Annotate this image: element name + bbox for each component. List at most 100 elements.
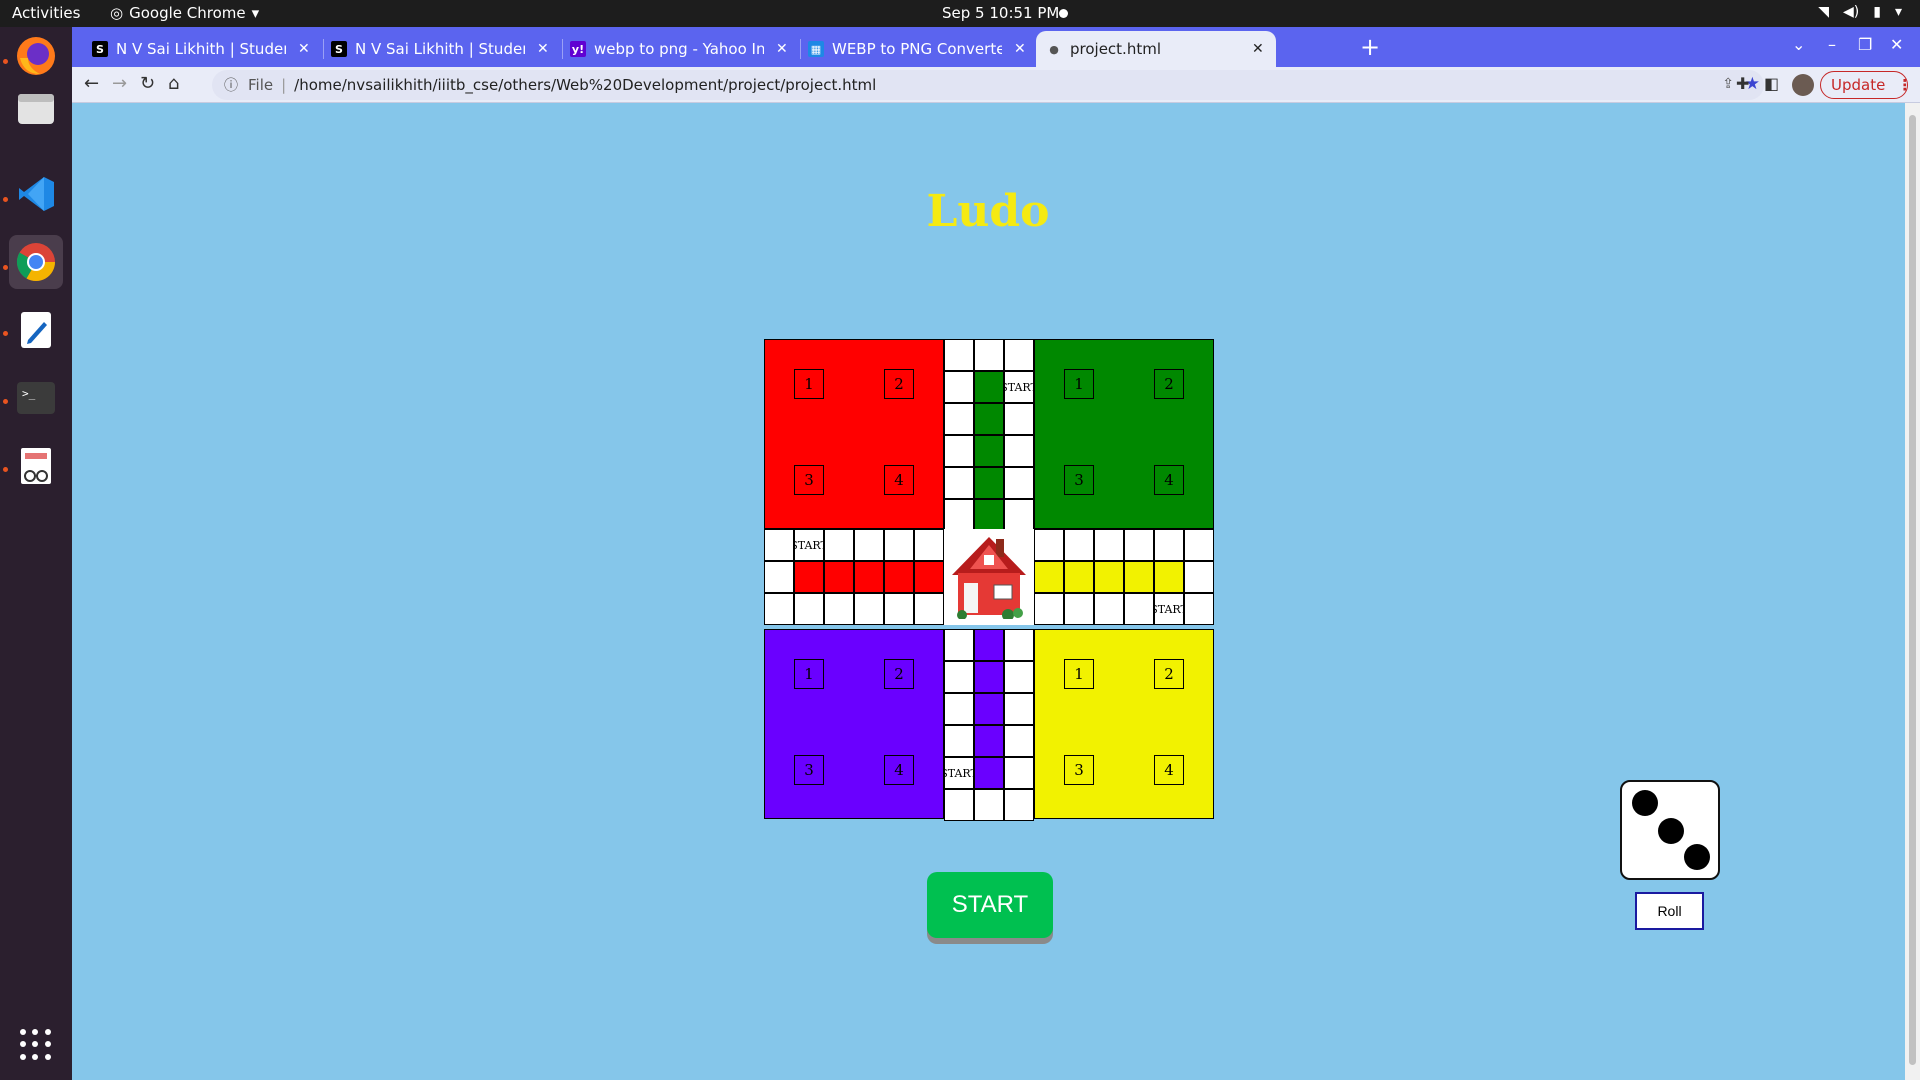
running-indicator	[3, 467, 8, 472]
track-cell	[1094, 529, 1124, 561]
files-icon[interactable]	[9, 81, 63, 135]
url-scheme: File	[248, 76, 274, 94]
track-cell	[1004, 339, 1034, 371]
track-cell	[1004, 629, 1034, 661]
minimize-icon[interactable]: –	[1828, 35, 1836, 54]
close-icon[interactable]: ✕	[298, 41, 310, 57]
dice-face	[1620, 780, 1720, 880]
track-cell	[944, 403, 974, 435]
forward-icon[interactable]: →	[112, 73, 127, 94]
blue-home-lane-cell	[974, 629, 1004, 661]
tab-4[interactable]: ▦ WEBP to PNG Converter - ✕	[798, 31, 1036, 67]
green-base-slot: 3	[1064, 465, 1094, 495]
track-cell	[1124, 593, 1154, 625]
wifi-icon: ◥	[1818, 4, 1830, 20]
yellow-home-lane-cell	[1124, 561, 1154, 593]
close-window-icon[interactable]: ✕	[1890, 35, 1903, 54]
yellow-base-slot: 3	[1064, 755, 1094, 785]
profile-avatar[interactable]	[1792, 74, 1814, 96]
chrome-icon[interactable]	[9, 235, 63, 289]
page-scrollbar[interactable]	[1905, 103, 1920, 1080]
tab-1[interactable]: S N V Sai Likhith | Student a ✕	[82, 31, 320, 67]
system-tray[interactable]: ◥ ◀) ▮ ▾	[1818, 4, 1902, 20]
blue-base-slot: 3	[794, 755, 824, 785]
update-label: Update	[1831, 76, 1886, 94]
home-icon[interactable]: ⌂	[168, 73, 179, 94]
close-icon[interactable]: ✕	[776, 41, 788, 57]
clock[interactable]: Sep 5 10:51 PM	[942, 4, 1059, 22]
restore-icon[interactable]: ❐	[1858, 35, 1872, 54]
dock: >_	[0, 27, 72, 1080]
firefox-icon[interactable]	[9, 29, 63, 83]
track-cell	[1004, 435, 1034, 467]
side-panel-icon[interactable]: ◧	[1764, 74, 1779, 93]
tab-5-active[interactable]: ● project.html ✕	[1036, 31, 1276, 67]
red-home-lane-cell	[884, 561, 914, 593]
app-menu[interactable]: ◎ Google Chrome ▾	[110, 4, 259, 22]
close-icon[interactable]: ✕	[1252, 41, 1264, 57]
extensions-icon[interactable]: ✚	[1736, 74, 1749, 93]
document-viewer-icon[interactable]	[9, 439, 63, 493]
running-indicator	[3, 399, 8, 404]
tab-search-icon[interactable]: ⌄	[1792, 35, 1805, 54]
tab-2[interactable]: S N V Sai Likhith | Student a ✕	[321, 31, 559, 67]
red-home-lane-cell	[794, 561, 824, 593]
activities-button[interactable]: Activities	[12, 4, 80, 22]
tab-title: N V Sai Likhith | Student a	[355, 40, 525, 58]
track-cell	[944, 725, 974, 757]
game-title: Ludo	[926, 186, 1050, 237]
info-icon[interactable]: ⓘ	[224, 75, 238, 95]
update-button[interactable]: Update ⋮	[1820, 71, 1912, 99]
blue-home-lane-cell	[974, 725, 1004, 757]
green-home-lane-cell	[974, 371, 1004, 403]
green-base-slot: 2	[1154, 369, 1184, 399]
terminal-icon[interactable]: >_	[9, 371, 63, 425]
roll-button[interactable]: Roll	[1635, 892, 1704, 930]
back-icon[interactable]: ←	[84, 73, 99, 94]
green-home-lane-cell	[974, 467, 1004, 499]
green-home-lane-cell	[974, 499, 1004, 531]
track-cell	[944, 467, 974, 499]
track-cell	[1124, 529, 1154, 561]
tab-favicon-icon: S	[92, 41, 108, 57]
running-indicator	[3, 197, 8, 202]
show-applications-icon[interactable]	[20, 1029, 52, 1061]
scrollbar-thumb[interactable]	[1909, 115, 1916, 1065]
system-top-bar: Activities ◎ Google Chrome ▾ Sep 5 10:51…	[0, 0, 1920, 27]
reload-icon[interactable]: ↻	[140, 73, 155, 94]
track-cell	[764, 529, 794, 561]
text-editor-icon[interactable]	[9, 303, 63, 357]
chevron-down-icon: ▾	[251, 4, 260, 22]
red-home-lane-cell	[914, 561, 944, 593]
close-icon[interactable]: ✕	[1014, 41, 1026, 57]
more-menu-icon[interactable]: ⋮	[1897, 76, 1912, 94]
tab-strip: S N V Sai Likhith | Student a ✕ S N V Sa…	[72, 27, 1920, 67]
track-cell	[944, 661, 974, 693]
track-cell	[944, 499, 974, 531]
address-bar[interactable]: ⓘ File | /home/nvsailikhith/iiitb_cse/ot…	[212, 70, 1764, 100]
battery-icon: ▮	[1873, 4, 1881, 20]
track-cell	[914, 593, 944, 625]
track-cell	[1034, 593, 1064, 625]
tab-favicon-icon: ●	[1049, 42, 1059, 56]
new-tab-button[interactable]: +	[1360, 33, 1380, 61]
green-base	[1034, 339, 1214, 529]
start-button[interactable]: START	[927, 872, 1053, 938]
tab-favicon-icon: S	[331, 41, 347, 57]
chrome-icon: ◎	[110, 4, 124, 22]
running-indicator	[3, 59, 8, 64]
red-base-slot: 1	[794, 369, 824, 399]
red-base-slot: 4	[884, 465, 914, 495]
tab-favicon-icon: y!	[570, 41, 586, 57]
close-icon[interactable]: ✕	[537, 41, 549, 57]
yellow-home-lane-cell	[1094, 561, 1124, 593]
red-home-lane-cell	[824, 561, 854, 593]
tab-3[interactable]: y! webp to png - Yahoo India ✕	[560, 31, 798, 67]
vscode-icon[interactable]	[9, 167, 63, 221]
blue-base	[764, 629, 944, 819]
track-cell	[944, 789, 974, 821]
share-icon[interactable]: ⇪	[1722, 76, 1734, 92]
green-home-lane-cell	[974, 435, 1004, 467]
blue-base-slot: 1	[794, 659, 824, 689]
track-cell	[944, 629, 974, 661]
